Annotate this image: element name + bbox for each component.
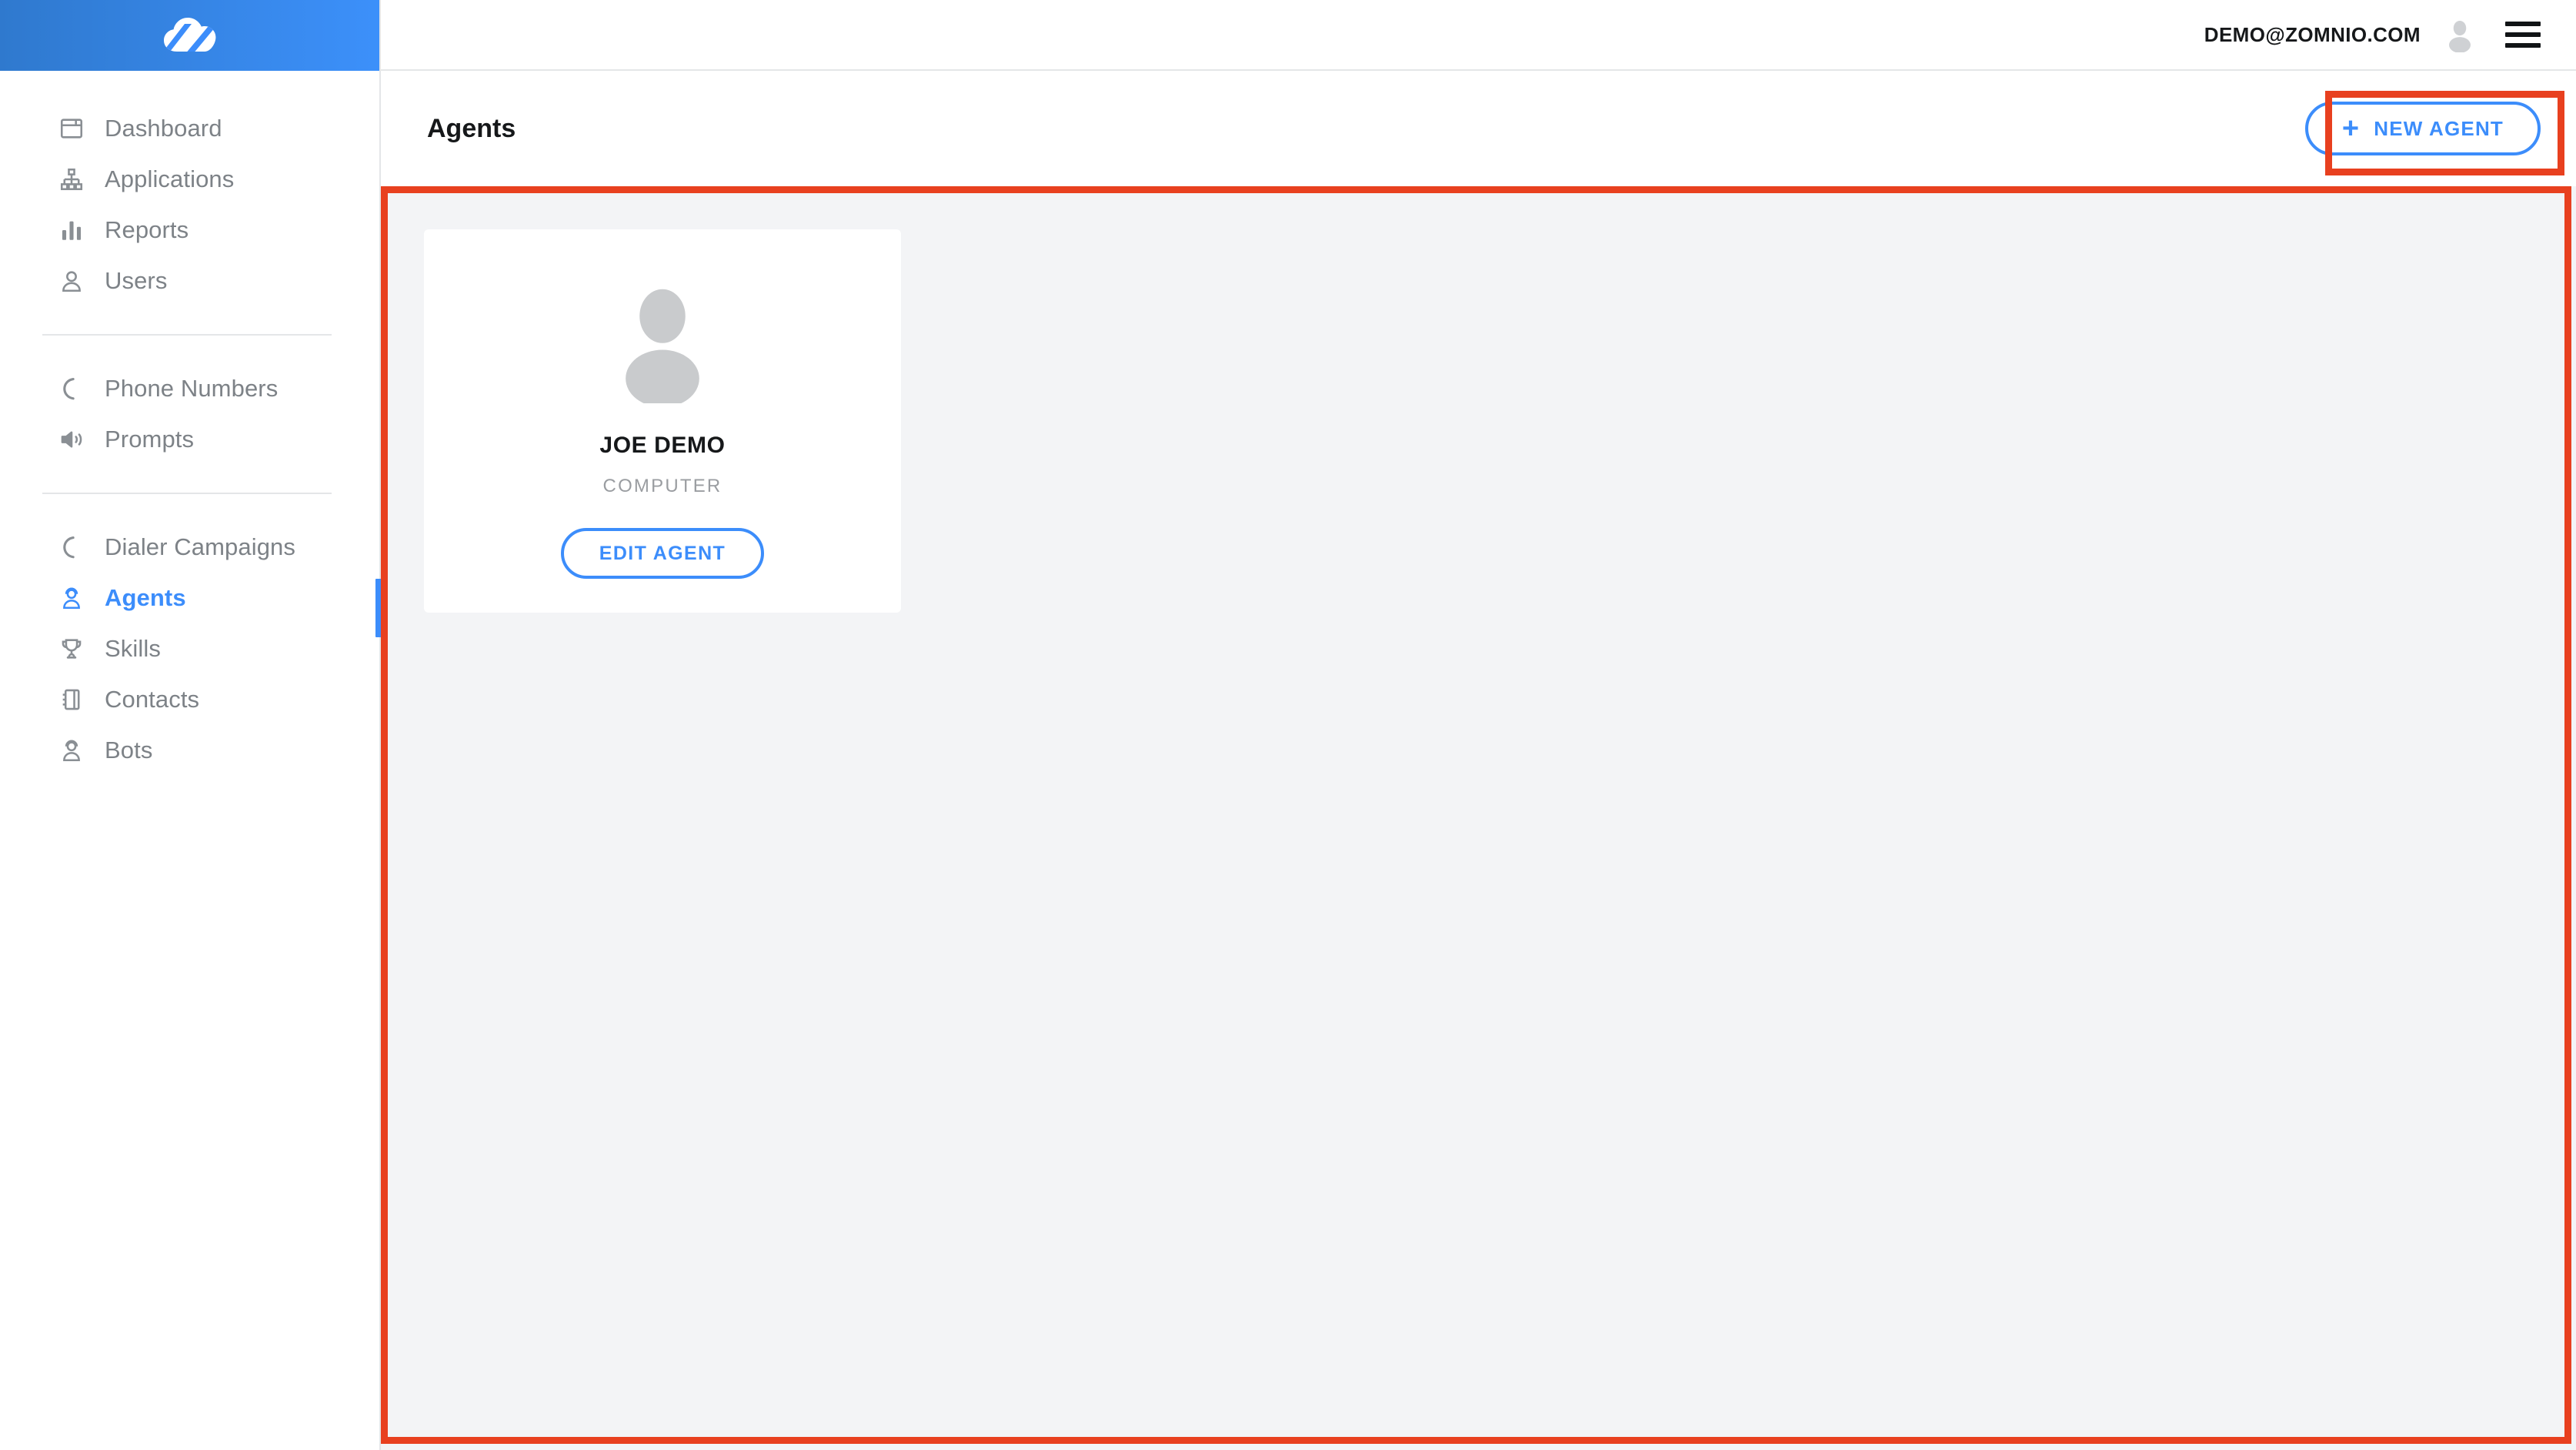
main-column: DEMO@ZOMNIO.COM Agents + NEW AGENT JOE D… — [381, 0, 2576, 1450]
brand-logo-bar[interactable] — [0, 0, 379, 71]
bot-headset-icon — [55, 734, 88, 767]
user-email-label: DEMO@ZOMNIO.COM — [2204, 22, 2421, 46]
sidebar-item-reports[interactable]: Reports — [0, 205, 379, 256]
address-book-icon — [55, 683, 88, 716]
cloud-swoosh-logo-icon — [162, 13, 219, 58]
hamburger-menu-icon[interactable] — [2505, 22, 2541, 48]
agents-content-area: JOE DEMO COMPUTER EDIT AGENT — [381, 186, 2576, 1450]
agent-card-grid: JOE DEMO COMPUTER EDIT AGENT — [424, 229, 2576, 613]
sidebar-item-dialer-campaigns[interactable]: Dialer Campaigns — [0, 522, 379, 573]
plus-icon: + — [2341, 112, 2361, 145]
sidebar-item-label: Phone Numbers — [105, 375, 279, 402]
dashboard-window-icon — [55, 112, 88, 145]
sidebar-group-contact-center: Dialer Campaigns Agents Skills Contacts … — [0, 522, 382, 776]
sidebar-item-label: Dashboard — [105, 115, 222, 142]
sidebar-item-label: Contacts — [105, 686, 200, 713]
user-avatar-icon[interactable] — [2442, 17, 2478, 52]
agent-role: COMPUTER — [602, 476, 722, 496]
sidebar-nav: Dashboard Applications Reports Users Pho… — [0, 71, 382, 776]
app-root: Dashboard Applications Reports Users Pho… — [0, 0, 2576, 1450]
sidebar-item-agents[interactable]: Agents — [0, 573, 382, 637]
sitemap-icon — [55, 163, 88, 195]
new-agent-button-label: NEW AGENT — [2374, 116, 2504, 140]
sidebar-item-label: Agents — [105, 584, 186, 611]
sidebar: Dashboard Applications Reports Users Pho… — [0, 0, 382, 1450]
sidebar-item-bots[interactable]: Bots — [0, 725, 379, 776]
sidebar-item-users[interactable]: Users — [0, 256, 379, 306]
phone-icon — [55, 373, 88, 405]
sidebar-group-main: Dashboard Applications Reports Users — [0, 103, 379, 306]
agent-card[interactable]: JOE DEMO COMPUTER EDIT AGENT — [424, 229, 901, 613]
sidebar-group-telephony: Phone Numbers Prompts — [0, 363, 379, 465]
speaker-icon — [55, 423, 88, 456]
sidebar-item-label: Dialer Campaigns — [105, 533, 295, 560]
sidebar-item-label: Bots — [105, 737, 153, 763]
sidebar-item-label: Skills — [105, 635, 161, 662]
hamburger-line — [2505, 43, 2541, 48]
agent-name: JOE DEMO — [599, 433, 726, 458]
edit-agent-button[interactable]: EDIT AGENT — [560, 528, 765, 579]
sidebar-item-contacts[interactable]: Contacts — [0, 674, 379, 725]
sidebar-item-applications[interactable]: Applications — [0, 154, 379, 205]
user-icon — [55, 265, 88, 297]
hamburger-line — [2505, 32, 2541, 37]
page-header: Agents + NEW AGENT — [381, 71, 2576, 186]
sidebar-item-phone-numbers[interactable]: Phone Numbers — [0, 363, 379, 414]
sidebar-item-label: Users — [105, 267, 168, 294]
sidebar-item-label: Applications — [105, 165, 235, 192]
agent-avatar-icon — [609, 280, 716, 403]
sidebar-item-prompts[interactable]: Prompts — [0, 414, 379, 465]
phone-icon — [55, 531, 88, 563]
headset-agent-icon — [55, 582, 88, 614]
sidebar-divider-1 — [42, 334, 332, 336]
new-agent-button[interactable]: + NEW AGENT — [2304, 102, 2541, 155]
sidebar-item-dashboard[interactable]: Dashboard — [0, 103, 379, 154]
sidebar-item-label: Reports — [105, 216, 189, 243]
sidebar-item-label: Prompts — [105, 426, 195, 453]
edit-agent-button-label: EDIT AGENT — [599, 542, 726, 564]
sidebar-item-skills[interactable]: Skills — [0, 623, 379, 674]
hamburger-line — [2505, 22, 2541, 26]
page-title: Agents — [427, 113, 516, 143]
bar-chart-icon — [55, 214, 88, 246]
trophy-icon — [55, 633, 88, 665]
top-bar: DEMO@ZOMNIO.COM — [381, 0, 2576, 71]
sidebar-divider-2 — [42, 493, 332, 494]
